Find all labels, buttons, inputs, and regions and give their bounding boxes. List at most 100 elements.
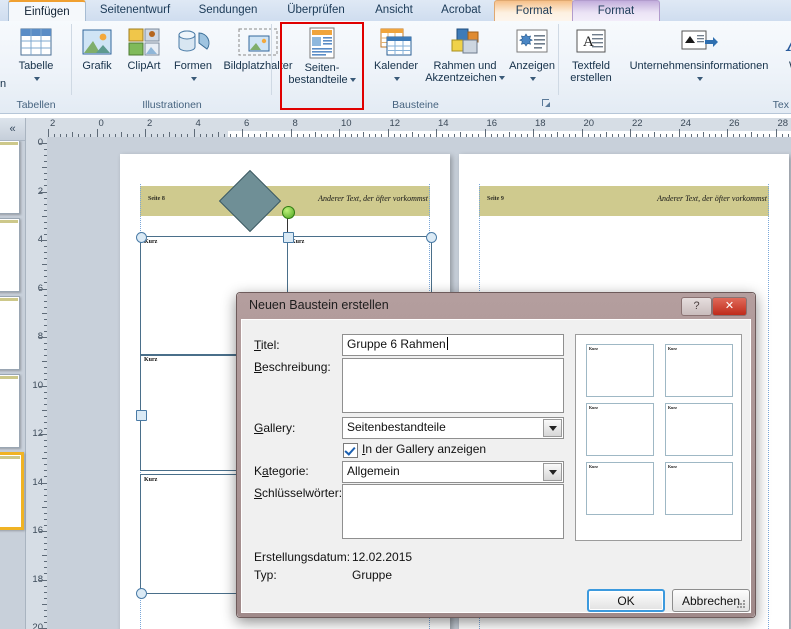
selection-handle-bottom-left[interactable] <box>136 588 147 599</box>
ruler-tick <box>581 129 583 137</box>
preview-item-label: Kurz <box>589 464 598 469</box>
gallery-combobox[interactable]: Seitenbestandteile <box>342 417 564 439</box>
ruler-tick-label: 12 <box>389 118 401 129</box>
create-building-block-dialog[interactable]: Neuen Baustein erstellen ? ✕ Titel: Grup… <box>236 292 756 618</box>
thumb-header-band <box>0 376 18 379</box>
kalender-button[interactable]: Kalender <box>368 27 424 84</box>
resize-grip[interactable] <box>736 599 746 609</box>
textfeld-label-line1: Textfeld <box>572 60 610 72</box>
selection-handle-top-center[interactable] <box>283 232 294 243</box>
page-9-header-right: Anderer Text, der öfter vorkommst <box>657 194 767 203</box>
dialog-body: Titel: Gruppe 6 Rahmen Beschreibung: Gal… <box>241 319 751 613</box>
rahmen-akzentzeichen-button[interactable]: Rahmen und Akzentzeichen <box>424 27 506 84</box>
selection-handle-top-right[interactable] <box>426 232 437 243</box>
grafik-label: Grafik <box>82 60 112 72</box>
chevron-down-icon[interactable] <box>191 76 197 81</box>
chevron-down-icon[interactable] <box>697 76 703 81</box>
chevron-down-icon[interactable] <box>543 463 562 481</box>
group-label-illustrationen: Illustrationen <box>142 99 202 111</box>
titel-input[interactable]: Gruppe 6 Rahmen <box>342 334 564 356</box>
vertical-ruler[interactable]: 02468101214161820 <box>25 137 48 629</box>
kategorie-value: Allgemein <box>347 464 400 478</box>
gallery-value: Seitenbestandteile <box>347 420 446 434</box>
ruler-tick-label: 2 <box>147 118 153 129</box>
preview-item: Kurz <box>665 403 733 456</box>
ruler-tick <box>290 129 292 137</box>
page-thumbnail[interactable] <box>0 140 20 214</box>
preview-item-label: Kurz <box>589 346 598 351</box>
schluesselwoerter-input[interactable] <box>342 484 564 539</box>
preview-item-label: Kurz <box>589 405 598 410</box>
schluesselwoerter-label: Schlüsselwörter: <box>254 486 343 500</box>
rotate-handle[interactable] <box>282 206 295 219</box>
clipart-button[interactable]: ClipArt <box>120 27 168 72</box>
tabelle-label: Tabelle <box>18 60 54 72</box>
ok-button[interactable]: OK <box>587 589 665 612</box>
thumb-header-band <box>0 220 18 223</box>
page-thumbnail[interactable] <box>0 218 20 292</box>
page-thumbnail[interactable] <box>0 374 20 448</box>
tab-ansicht[interactable]: Ansicht <box>360 0 428 21</box>
titel-label: Titel: <box>254 338 280 352</box>
table-icon <box>19 28 53 60</box>
tab-format-text[interactable]: Format <box>572 0 660 22</box>
page-thumbnail[interactable] <box>0 296 20 370</box>
thumb-header-band <box>0 456 20 459</box>
formen-button[interactable]: Formen <box>168 27 218 84</box>
page-navigation-pane[interactable] <box>0 118 26 629</box>
ruler-tick-label: 10 <box>341 118 352 129</box>
unternehmensinformationen-button[interactable]: Unternehmensinformationen <box>619 27 779 84</box>
ruler-tick <box>39 288 47 290</box>
group-label-text: Tex <box>772 99 789 111</box>
chevron-down-icon[interactable] <box>394 76 400 81</box>
ruler-tick <box>39 482 47 484</box>
close-icon[interactable]: ✕ <box>712 297 747 316</box>
ruler-tick <box>39 434 47 435</box>
beschreibung-input[interactable] <box>342 358 564 413</box>
ruler-tick <box>145 129 146 137</box>
page-thumbnail-current[interactable] <box>0 452 24 530</box>
ruler-tick <box>678 129 680 137</box>
wordart-button[interactable]: A Word <box>777 27 791 84</box>
kategorie-combobox[interactable]: Allgemein <box>342 461 564 483</box>
grafik-button[interactable]: Grafik <box>74 27 120 72</box>
textfeld-erstellen-button[interactable]: A Textfeld erstellen <box>563 27 619 84</box>
help-button[interactable]: ? <box>681 297 712 316</box>
decorative-diamond-shape[interactable] <box>218 169 282 233</box>
tabelle-button[interactable]: Tabelle <box>8 27 64 84</box>
preview-item-label: Kurz <box>668 405 677 410</box>
page-8-header-right: Anderer Text, der öfter vorkommst <box>318 194 428 203</box>
tab-seitenentwurf[interactable]: Seitenentwurf <box>84 0 186 21</box>
horizontal-ruler[interactable]: 2 0 2 4 6 8 10 12 14 16 18 20 22 24 26 28 <box>30 118 791 138</box>
bausteine-dialog-launcher[interactable] <box>542 99 551 110</box>
tab-acrobat[interactable]: Acrobat <box>426 0 496 21</box>
ruler-tick-label: 18 <box>535 118 546 129</box>
selection-handle-middle-left[interactable] <box>136 410 147 421</box>
ruler-tick <box>193 129 195 137</box>
ruler-tick <box>533 129 534 137</box>
wordart-icon: A <box>785 28 791 60</box>
page-9-header-left: Seite 9 <box>487 196 504 202</box>
ruler-tick-label: 8 <box>292 118 298 129</box>
nav-collapse-button[interactable]: « <box>0 118 25 141</box>
anzeigen-button[interactable]: Anzeigen <box>506 27 558 84</box>
ruler-tick <box>48 129 49 137</box>
show-in-gallery-label: In der Gallery anzeigen <box>362 442 487 456</box>
chevron-down-icon[interactable] <box>498 76 505 81</box>
chevron-down-icon[interactable] <box>530 76 536 81</box>
ruler-tick <box>39 143 47 144</box>
type-value: Gruppe <box>352 568 393 582</box>
ruler-tick <box>39 531 47 532</box>
tab-format-picture[interactable]: Format <box>494 0 574 22</box>
selection-handle-top-left[interactable] <box>136 232 147 243</box>
chevron-down-icon[interactable] <box>543 419 562 437</box>
ruler-tick-label: 6 <box>244 118 250 129</box>
group-text: A Textfeld erstellen Unternehmensinforma… <box>559 21 791 113</box>
publisher-window: Einfügen Seitenentwurf Sendungen Überprü… <box>0 0 791 629</box>
chevron-down-icon[interactable] <box>34 76 40 81</box>
tab-sendungen[interactable]: Sendungen <box>184 0 272 21</box>
kalender-label: Kalender <box>373 60 419 72</box>
frame-label: Kurz <box>144 477 158 483</box>
tab-ueberpruefen[interactable]: Überprüfen <box>270 0 362 21</box>
show-in-gallery-checkbox[interactable] <box>343 443 358 458</box>
